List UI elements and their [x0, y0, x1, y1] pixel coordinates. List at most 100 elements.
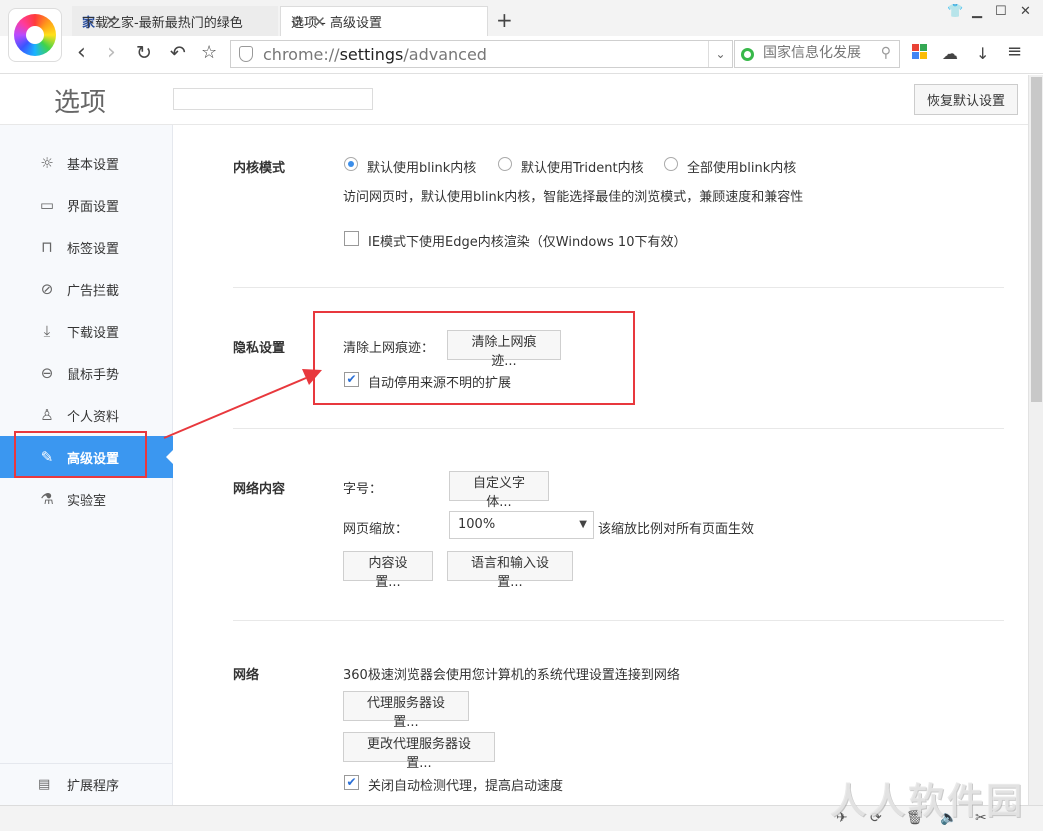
sidebar-item-label: 广告拦截	[67, 283, 120, 299]
highlight-box-advanced	[14, 431, 147, 478]
sidebar-item-lab[interactable]: ⚗ 实验室	[0, 478, 173, 520]
search-engine-icon[interactable]	[741, 48, 754, 61]
sidebar-item-download[interactable]: ⤓ 下载设置	[0, 310, 173, 352]
ie-edge-checkbox[interactable]	[344, 231, 359, 246]
chevron-down-icon: ▼	[579, 519, 587, 530]
tab-icon: ⊓	[41, 238, 53, 256]
sidebar-item-profile[interactable]: ♙ 个人资料	[0, 394, 173, 436]
person-icon: ♙	[40, 406, 54, 424]
back-icon[interactable]: ‹	[77, 40, 86, 66]
change-proxy-button[interactable]: 更改代理服务器设置...	[343, 732, 495, 771]
reload-icon[interactable]: ↻	[136, 40, 152, 66]
section-label-web-content: 网络内容	[233, 482, 286, 497]
zoom-note: 该缩放比例对所有页面生效	[598, 522, 755, 537]
page-scrollbar[interactable]	[1028, 75, 1043, 805]
sidebar-item-extensions[interactable]: ▤ 扩展程序	[0, 763, 173, 805]
tab-title: 下载之家-最新最热门的绿色	[82, 15, 243, 31]
radio-label: 全部使用blink内核	[687, 161, 797, 176]
restore-defaults-button[interactable]: 恢复默认设置	[914, 84, 1018, 115]
new-tab-button[interactable]: +	[496, 8, 513, 32]
url-scheme: chrome://	[263, 45, 340, 64]
browser-logo[interactable]	[8, 8, 62, 62]
content-settings-button[interactable]: 内容设置...	[343, 551, 433, 590]
zoom-label: 网页缩放：	[343, 522, 409, 537]
page-title: 选项	[54, 88, 107, 118]
watermark: 人人软件园	[830, 781, 1026, 822]
sidebar-item-label: 实验室	[67, 493, 107, 509]
sidebar-item-label: 个人资料	[67, 409, 120, 425]
section-divider	[233, 287, 1004, 288]
auto-detect-proxy-label: 关闭自动检测代理，提高启动速度	[368, 779, 564, 794]
zoom-select[interactable]: 100% ▼	[449, 511, 594, 539]
settings-header: 选项 恢复默认设置	[0, 75, 1028, 125]
font-size-label: 字号：	[343, 482, 383, 497]
sidebar-item-label: 扩展程序	[67, 779, 120, 794]
extension-icon: ▤	[38, 777, 51, 792]
download-icon[interactable]: ↓	[976, 44, 989, 63]
radio-blink-default[interactable]	[344, 157, 358, 171]
sidebar-item-tabs[interactable]: ⊓ 标签设置	[0, 226, 173, 268]
section-divider	[233, 620, 1004, 621]
sun-gear-icon: ☼	[40, 154, 54, 172]
browser-window: 家 下载之家-最新最热门的绿色 ✕ ⚙ 选项 - 高级设置 ✕ + 👕 ▁ ☐ …	[0, 0, 1043, 831]
mouse-icon: ⊖	[40, 364, 54, 382]
tab-title: 选项 - 高级设置	[291, 16, 382, 31]
forward-icon[interactable]: ›	[107, 40, 116, 66]
shield-icon	[239, 46, 253, 62]
radio-label: 默认使用blink内核	[367, 161, 477, 176]
cloud-icon[interactable]: ☁	[942, 44, 958, 63]
ie-edge-label: IE模式下使用Edge内核渲染（仅Windows 10下有效）	[368, 235, 687, 250]
logo-icon	[14, 14, 56, 56]
address-bar[interactable]: chrome://settings/advanced ⌄	[230, 40, 733, 68]
sidebar-item-label: 下载设置	[67, 325, 120, 341]
tab-strip: 家 下载之家-最新最热门的绿色 ✕ ⚙ 选项 - 高级设置 ✕ + 👕 ▁ ☐ …	[0, 0, 1043, 62]
sidebar-item-label: 界面设置	[67, 199, 120, 215]
sidebar-item-basic[interactable]: ☼ 基本设置	[0, 142, 173, 184]
address-dropdown-icon[interactable]: ⌄	[708, 41, 732, 67]
sidebar-item-label: 鼠标手势	[67, 367, 120, 383]
radio-label: 默认使用Trident内核	[521, 161, 644, 176]
window-icon: ▭	[39, 196, 55, 214]
search-icon[interactable]: ⚲	[881, 45, 891, 61]
address-text[interactable]: chrome://settings/advanced	[263, 45, 487, 64]
section-divider	[233, 428, 1004, 429]
skin-icon[interactable]: 👕	[947, 4, 963, 19]
settings-search-input[interactable]	[173, 88, 373, 110]
settings-page: 选项 恢复默认设置 ☼ 基本设置 ▭ 界面设置 ⊓ 标签设置 ⊘ 广告拦截 ⤓ 下载设置 …	[0, 75, 1043, 805]
maximize-icon[interactable]: ☐	[995, 4, 1007, 19]
section-label-network: 网络	[233, 668, 260, 683]
toolbar: ‹ › ↻ ↶ ☆ chrome://settings/advanced ⌄ ⚲…	[0, 36, 1043, 74]
language-settings-button[interactable]: 语言和输入设置...	[447, 551, 573, 590]
zoom-value: 100%	[458, 517, 496, 532]
download-icon: ⤓	[43, 322, 51, 340]
menu-icon[interactable]: ≡	[1007, 41, 1022, 62]
tab-settings[interactable]: ⚙ 选项 - 高级设置 ✕	[280, 6, 488, 36]
close-window-icon[interactable]: ✕	[1020, 4, 1031, 19]
sidebar-item-adblock[interactable]: ⊘ 广告拦截	[0, 268, 173, 310]
url-path: /advanced	[403, 45, 487, 64]
settings-content: 内核模式 默认使用blink内核 默认使用Trident内核 全部使用blink…	[173, 125, 1028, 805]
sidebar-item-interface[interactable]: ▭ 界面设置	[0, 184, 173, 226]
apps-icon[interactable]	[912, 44, 927, 63]
flask-icon: ⚗	[40, 490, 54, 508]
scrollbar-thumb[interactable]	[1031, 77, 1042, 402]
tab-download-home[interactable]: 家 下载之家-最新最热门的绿色 ✕	[72, 6, 278, 36]
minimize-icon[interactable]: ▁	[972, 4, 982, 19]
favorite-star-icon[interactable]: ☆	[201, 40, 217, 66]
proxy-settings-button[interactable]: 代理服务器设置...	[343, 691, 469, 730]
highlight-box-privacy	[313, 311, 635, 405]
undo-close-icon[interactable]: ↶	[170, 40, 186, 66]
kernel-description: 访问网页时，默认使用blink内核，智能选择最佳的浏览模式，兼顾速度和兼容性	[343, 190, 804, 205]
search-input[interactable]	[763, 45, 875, 61]
network-description: 360极速浏览器会使用您计算机的系统代理设置连接到网络	[343, 668, 680, 683]
section-label-kernel: 内核模式	[233, 161, 286, 176]
url-host: settings	[339, 45, 404, 64]
block-icon: ⊘	[40, 280, 54, 298]
auto-detect-proxy-checkbox[interactable]: ✔	[344, 775, 359, 790]
sidebar-item-mouse-gesture[interactable]: ⊖ 鼠标手势	[0, 352, 173, 394]
search-box: ⚲	[734, 40, 900, 68]
sidebar-item-label: 标签设置	[67, 241, 120, 257]
custom-font-button[interactable]: 自定义字体...	[449, 471, 549, 510]
radio-all-blink[interactable]	[664, 157, 678, 171]
radio-trident-default[interactable]	[498, 157, 512, 171]
